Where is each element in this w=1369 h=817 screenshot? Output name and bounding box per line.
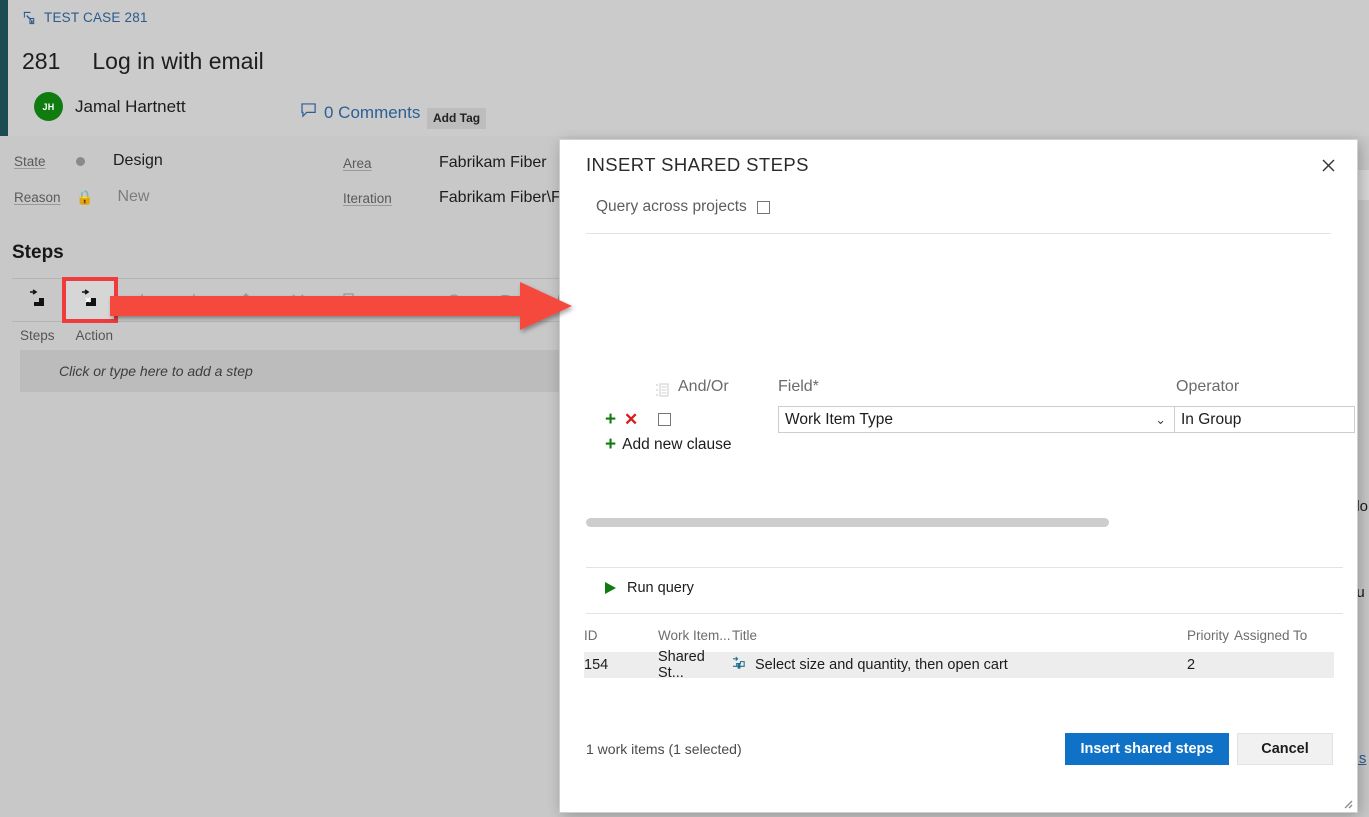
insert-shared-steps-icon[interactable] — [62, 277, 118, 323]
clause-checkbox[interactable] — [658, 413, 671, 426]
column-header-work-item-type[interactable]: Work Item... — [658, 628, 732, 643]
play-icon — [605, 582, 616, 594]
reason-label: Reason — [14, 189, 61, 205]
column-header-priority[interactable]: Priority — [1187, 628, 1234, 643]
field-iteration: Iteration Fabrikam Fiber\F — [343, 189, 561, 207]
work-item-title-row: 281 Log in with email — [22, 48, 264, 75]
plus-icon: + — [605, 434, 617, 455]
divider — [586, 613, 1343, 614]
query-builder-header: And/Or Field* Operator — [560, 378, 1357, 402]
run-query-label: Run query — [627, 580, 694, 596]
query-across-projects-checkbox[interactable] — [756, 200, 770, 214]
area-label: Area — [343, 155, 372, 171]
cell-title: Select size and quantity, then open cart — [755, 657, 1008, 673]
work-item-id: 281 — [22, 48, 61, 74]
query-across-projects-row: Query across projects — [596, 198, 770, 216]
add-new-clause-button[interactable]: + Add new clause — [605, 435, 732, 454]
add-step-icon[interactable] — [116, 279, 168, 321]
table-row[interactable]: 154 Shared St... Select size and quantit… — [584, 649, 1334, 681]
divider — [586, 233, 1331, 234]
copy-icon[interactable] — [324, 279, 376, 321]
column-header-title[interactable]: Title — [732, 628, 1187, 643]
cell-title-wrapper: Select size and quantity, then open cart — [732, 656, 1187, 675]
add-tag-button[interactable]: Add Tag — [427, 108, 487, 129]
add-new-clause-label: Add new clause — [622, 435, 732, 453]
assignee-name[interactable]: Jamal Hartnett — [75, 97, 186, 117]
column-header-assigned-to[interactable]: Assigned To — [1234, 628, 1334, 643]
area-value[interactable]: Fabrikam Fiber — [439, 154, 547, 172]
insert-shared-steps-button[interactable]: Insert shared steps — [1065, 733, 1229, 765]
query-builder-hscrollbar[interactable] — [586, 518, 1343, 527]
insert-step-icon[interactable] — [12, 279, 64, 321]
work-item-title[interactable]: Log in with email — [92, 48, 263, 75]
resize-grip-icon[interactable] — [1340, 796, 1353, 809]
insert-shared-steps-dialog: INSERT SHARED STEPS Query across project… — [560, 140, 1357, 812]
field-reason: Reason 🔒 New — [14, 188, 149, 206]
state-value[interactable]: Design — [113, 152, 163, 170]
state-dot-icon — [76, 156, 85, 166]
parameters-icon[interactable] — [428, 279, 480, 321]
lock-icon: 🔒 — [76, 188, 94, 205]
close-icon[interactable] — [1315, 152, 1341, 178]
column-header-id[interactable]: ID — [584, 628, 658, 643]
cancel-button[interactable]: Cancel — [1237, 733, 1333, 765]
toolbar-label-action: Action — [75, 328, 114, 343]
run-query-button[interactable]: Run query — [605, 580, 694, 596]
column-header-field: Field* — [778, 378, 819, 395]
comments-count-label: 0 Comments — [324, 103, 421, 122]
query-clause-row: + ✕ Work Item Type ⌄ In Group — [560, 406, 1357, 434]
breadcrumb[interactable]: TEST CASE 281 — [22, 10, 148, 25]
comment-bubble-icon — [301, 103, 318, 123]
divider — [586, 567, 1343, 568]
operator-select[interactable]: In Group — [1175, 406, 1355, 433]
toolbar-label-steps: Steps — [20, 328, 55, 343]
shared-steps-icon — [732, 656, 747, 675]
scrollbar-thumb[interactable] — [586, 518, 1109, 527]
column-header-operator: Operator — [1176, 378, 1240, 395]
bold-icon[interactable]: B — [480, 279, 532, 321]
operator-select-value: In Group — [1181, 410, 1242, 428]
move-down-icon[interactable] — [168, 279, 220, 321]
avatar[interactable]: JH — [34, 92, 63, 121]
query-across-projects-label: Query across projects — [596, 198, 747, 215]
dialog-footer: 1 work items (1 selected) Insert shared … — [560, 719, 1357, 812]
comments-link[interactable]: 0 Comments — [301, 103, 420, 123]
steps-heading: Steps — [12, 242, 64, 263]
field-select[interactable]: Work Item Type ⌄ — [778, 406, 1175, 433]
cell-priority: 2 — [1187, 657, 1196, 673]
remove-x-icon[interactable]: ✕ — [624, 411, 638, 428]
assignee-row: JH Jamal Hartnett — [34, 92, 186, 121]
chevron-down-icon: ⌄ — [1155, 411, 1166, 427]
plus-icon[interactable]: + — [605, 410, 616, 429]
field-state: State Design — [14, 152, 163, 170]
left-accent-rail — [0, 0, 8, 136]
dialog-title: INSERT SHARED STEPS — [586, 154, 809, 175]
field-select-value: Work Item Type — [785, 410, 893, 428]
delete-step-icon[interactable] — [272, 279, 324, 321]
column-header-and-or: And/Or — [678, 378, 729, 395]
iteration-label: Iteration — [343, 190, 392, 206]
work-item-header: TEST CASE 281 281 Log in with email JH J… — [8, 0, 1369, 136]
test-case-icon — [22, 10, 37, 25]
toolbar-labels: Steps Action — [20, 328, 113, 343]
attachment-icon[interactable] — [376, 279, 428, 321]
results-grid: ID Work Item... Title Priority Assigned … — [584, 628, 1334, 681]
breadcrumb-label: TEST CASE 281 — [44, 10, 148, 25]
move-up-icon[interactable] — [220, 279, 272, 321]
field-area: Area Fabrikam Fiber — [343, 154, 547, 172]
work-item-count: 1 work items (1 selected) — [586, 741, 742, 757]
cell-work-item-type: Shared St... — [658, 649, 705, 681]
reorder-grip-icon — [655, 383, 669, 402]
state-label: State — [14, 153, 46, 169]
step-placeholder: Click or type here to add a step — [59, 363, 253, 379]
cell-id: 154 — [584, 657, 609, 673]
reason-value: New — [117, 188, 150, 205]
iteration-value[interactable]: Fabrikam Fiber\F — [439, 189, 561, 207]
